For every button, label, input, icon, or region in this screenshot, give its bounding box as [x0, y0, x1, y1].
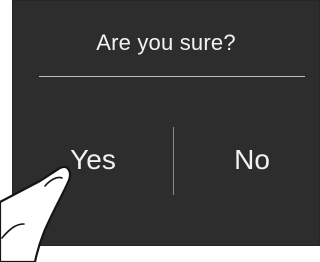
no-button[interactable]: No	[212, 130, 292, 190]
title-divider	[39, 76, 305, 77]
dialog-title: Are you sure?	[96, 30, 236, 55]
yes-button[interactable]: Yes	[48, 130, 138, 190]
confirm-dialog: Are you sure? Yes No	[12, 0, 320, 246]
button-divider	[173, 127, 174, 195]
screen: Are you sure? Yes No	[0, 0, 320, 262]
